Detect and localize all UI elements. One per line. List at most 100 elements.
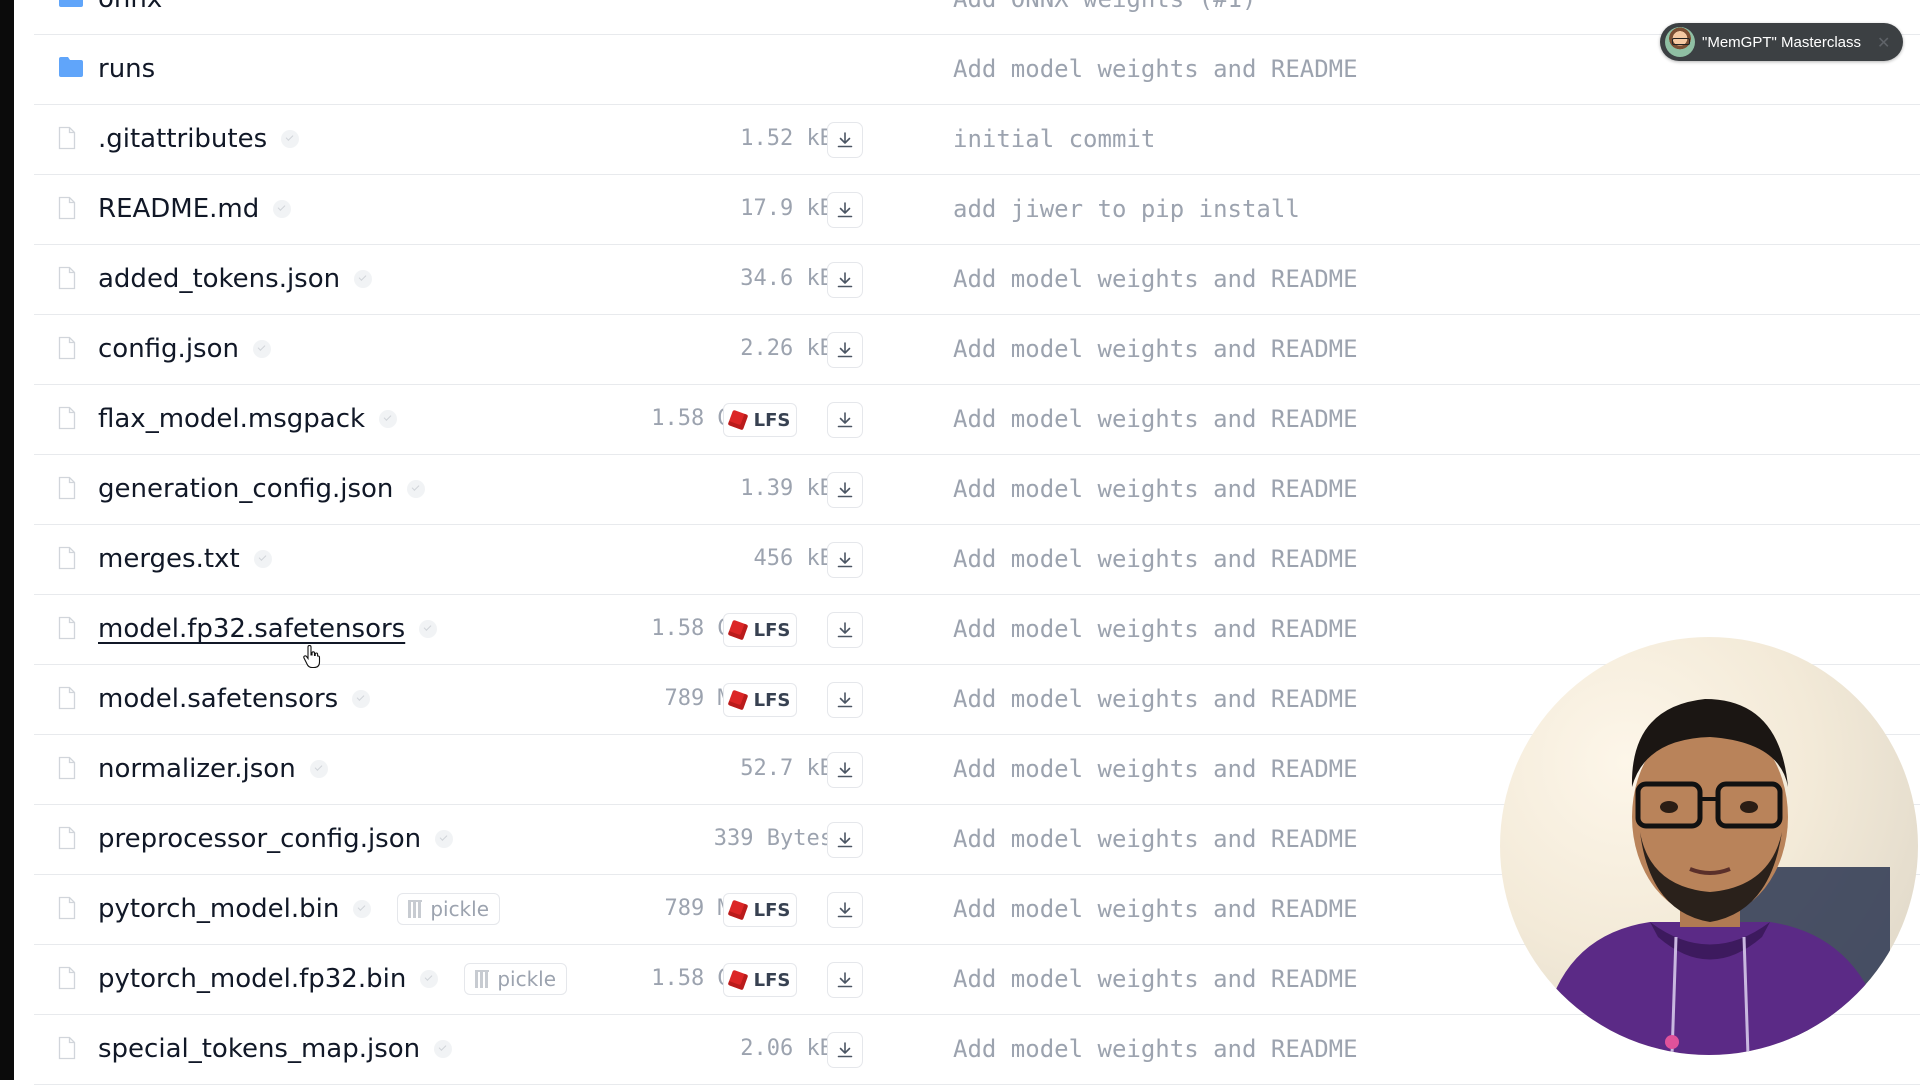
presenter-avatar bbox=[1665, 27, 1695, 57]
file-row-runs[interactable]: runs Add model weights and README bbox=[34, 34, 1920, 105]
commit-message[interactable]: Add model weights and README bbox=[953, 1014, 1358, 1084]
safe-check-icon bbox=[420, 970, 439, 988]
commit-message[interactable]: Add model weights and README bbox=[953, 594, 1358, 664]
file-size: 1.58 GB bbox=[651, 966, 744, 991]
download-button[interactable] bbox=[827, 612, 863, 648]
folder-icon bbox=[58, 56, 83, 82]
commit-message[interactable]: Add model weights and README bbox=[953, 454, 1358, 524]
file-icon bbox=[58, 266, 82, 292]
commit-message[interactable]: Add model weights and README bbox=[953, 734, 1358, 804]
file-name-link[interactable]: .gitattributes bbox=[98, 104, 300, 174]
download-button[interactable] bbox=[827, 122, 863, 158]
lfs-badge[interactable]: LFS bbox=[723, 613, 797, 647]
download-button[interactable] bbox=[827, 962, 863, 998]
file-size: 52.7 kB bbox=[740, 756, 833, 781]
download-icon bbox=[836, 131, 854, 149]
commit-message[interactable]: Add model weights and README bbox=[953, 34, 1358, 104]
file-name-link[interactable]: preprocessor_config.json bbox=[98, 804, 454, 874]
file-row-onnx[interactable]: onnx Add ONNX weights (#1) bbox=[34, 0, 1920, 35]
download-button[interactable] bbox=[827, 542, 863, 578]
commit-message[interactable]: Add ONNX weights (#1) bbox=[953, 0, 1256, 34]
commit-message[interactable]: Add model weights and README bbox=[953, 384, 1358, 454]
commit-message[interactable]: Add model weights and README bbox=[953, 804, 1358, 874]
download-button[interactable] bbox=[827, 332, 863, 368]
safe-check-icon bbox=[353, 900, 372, 918]
download-button[interactable] bbox=[827, 192, 863, 228]
safe-check-icon bbox=[281, 130, 300, 148]
commit-message[interactable]: initial commit bbox=[953, 104, 1155, 174]
commit-message[interactable]: Add model weights and README bbox=[953, 664, 1358, 734]
file-icon bbox=[58, 476, 82, 502]
lfs-icon bbox=[727, 969, 748, 991]
download-icon bbox=[836, 411, 854, 429]
file-name-link[interactable]: model.fp32.safetensors bbox=[98, 594, 438, 664]
download-icon bbox=[836, 481, 854, 499]
folder-name-link[interactable]: onnx bbox=[98, 0, 162, 34]
download-icon bbox=[836, 831, 854, 849]
meeting-title: "MemGPT" Masterclass bbox=[1702, 33, 1862, 51]
file-size: 34.6 kB bbox=[740, 266, 833, 291]
commit-message[interactable]: add jiwer to pip install bbox=[953, 174, 1300, 244]
download-button[interactable] bbox=[827, 822, 863, 858]
hand-cursor-icon bbox=[303, 645, 321, 669]
download-button[interactable] bbox=[827, 472, 863, 508]
file-name-link[interactable]: config.json bbox=[98, 314, 271, 384]
lfs-icon bbox=[727, 899, 748, 921]
file-row-readme-md[interactable]: README.md 17.9 kB add jiwer to pip install bbox=[34, 174, 1920, 245]
pickle-badge[interactable]: pickle bbox=[397, 893, 501, 925]
lfs-badge[interactable]: LFS bbox=[723, 893, 797, 927]
file-row-added-tokens-json[interactable]: added_tokens.json 34.6 kB Add model weight… bbox=[34, 244, 1920, 315]
file-name-link[interactable]: pytorch_model.bin pickle bbox=[98, 874, 501, 944]
download-icon bbox=[836, 201, 854, 219]
file-size: 339 Bytes bbox=[713, 826, 833, 851]
lfs-label: LFS bbox=[753, 409, 791, 431]
lfs-label: LFS bbox=[753, 619, 791, 641]
download-icon bbox=[836, 971, 854, 989]
commit-message[interactable]: Add model weights and README bbox=[953, 874, 1358, 944]
close-icon[interactable]: ✕ bbox=[1877, 33, 1890, 52]
download-button[interactable] bbox=[827, 682, 863, 718]
lfs-badge[interactable]: LFS bbox=[723, 963, 797, 997]
commit-message[interactable]: Add model weights and README bbox=[953, 314, 1358, 384]
file-name-link[interactable]: pytorch_model.fp32.bin pickle bbox=[98, 944, 568, 1014]
file-name-link[interactable]: model.safetensors bbox=[98, 664, 371, 734]
meeting-chip[interactable]: "MemGPT" Masterclass ✕ bbox=[1660, 23, 1903, 61]
file-icon bbox=[58, 826, 82, 852]
safe-check-icon bbox=[309, 760, 328, 778]
file-row-generation-config-json[interactable]: generation_config.json 1.39 kB Add model w… bbox=[34, 454, 1920, 525]
lfs-badge[interactable]: LFS bbox=[723, 403, 797, 437]
file-row-flax-model-msgpack[interactable]: flax_model.msgpack 1.58 GB LFS Add model we… bbox=[34, 384, 1920, 455]
lfs-icon bbox=[727, 689, 748, 711]
webcam-video-overlay bbox=[1500, 637, 1918, 1055]
commit-message[interactable]: Add model weights and README bbox=[953, 524, 1358, 594]
pickle-icon bbox=[475, 970, 490, 988]
safe-check-icon bbox=[354, 270, 373, 288]
download-button[interactable] bbox=[827, 752, 863, 788]
commit-message[interactable]: Add model weights and README bbox=[953, 244, 1358, 314]
safe-check-icon bbox=[379, 410, 398, 428]
file-size: 1.58 GB bbox=[651, 616, 744, 641]
commit-message[interactable]: Add model weights and README bbox=[953, 944, 1358, 1014]
file-name-link[interactable]: special_tokens_map.json bbox=[98, 1014, 453, 1084]
file-name-link[interactable]: added_tokens.json bbox=[98, 244, 373, 314]
folder-icon bbox=[58, 0, 83, 12]
download-button[interactable] bbox=[827, 262, 863, 298]
file-name-link[interactable]: flax_model.msgpack bbox=[98, 384, 398, 454]
folder-name-link[interactable]: runs bbox=[98, 34, 155, 104]
file-name-link[interactable]: README.md bbox=[98, 174, 292, 244]
file-row-merges-txt[interactable]: merges.txt 456 kB Add model weights and RE… bbox=[34, 524, 1920, 595]
lfs-badge[interactable]: LFS bbox=[723, 683, 797, 717]
download-button[interactable] bbox=[827, 1032, 863, 1068]
download-button[interactable] bbox=[827, 402, 863, 438]
safe-check-icon bbox=[253, 550, 272, 568]
file-icon bbox=[58, 406, 82, 432]
file-name-link[interactable]: generation_config.json bbox=[98, 454, 426, 524]
file-row-config-json[interactable]: config.json 2.26 kB Add model weights and … bbox=[34, 314, 1920, 385]
safe-check-icon bbox=[252, 340, 271, 358]
file-name-link[interactable]: normalizer.json bbox=[98, 734, 328, 804]
file-row-gitattributes[interactable]: .gitattributes 1.52 kB initial commit bbox=[34, 104, 1920, 175]
download-button[interactable] bbox=[827, 892, 863, 928]
file-icon bbox=[58, 966, 82, 992]
file-name-link[interactable]: merges.txt bbox=[98, 524, 272, 594]
file-icon bbox=[58, 686, 82, 712]
